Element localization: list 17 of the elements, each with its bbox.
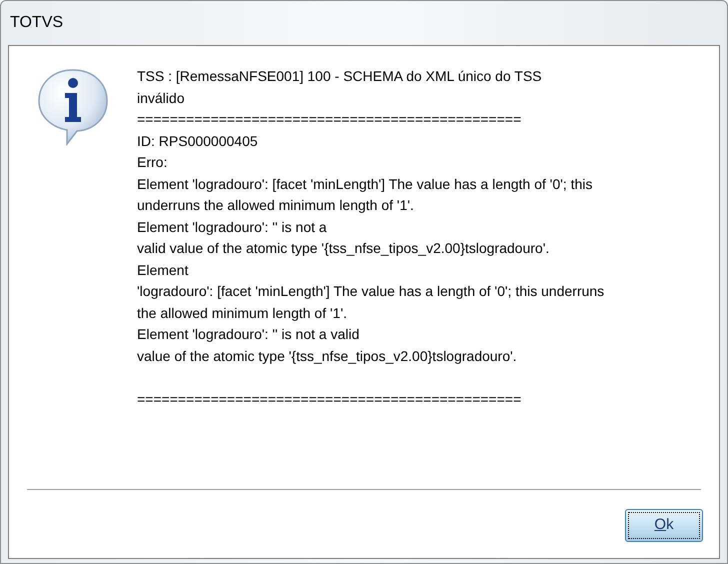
message-line: Element: [137, 260, 190, 280]
message-line: ===============================================: [137, 110, 522, 129]
message-line: the allowed minimum length of '1'.: [137, 304, 348, 323]
message-line: inválido: [137, 88, 186, 108]
message-line: underruns the allowed minimum length of '1'.: [137, 196, 415, 215]
ok-button[interactable]: Ok: [625, 509, 703, 542]
message-line: valid value of the atomic type '{tss_nfse_tipos_v2.00}tslogradouro'.: [137, 239, 550, 258]
message-line: Element 'logradouro': [facet 'minLength'] The value has a length of '0'; this: [137, 174, 594, 194]
message-line: Element 'logradouro': '' is not a: [137, 218, 328, 237]
message-line: Element 'logradouro': '' is not a valid: [137, 325, 360, 344]
message-line: ID: RPS000000405: [137, 132, 259, 150]
message-line: ===============================================: [137, 390, 522, 408]
message-line: 'logradouro': [facet 'minLength'] The value has a length of '0'; this underruns: [137, 282, 604, 301]
window-title: TOTVS: [10, 13, 64, 33]
message-line: value of the atomic type '{tss_nfse_tipos_v2.00}tslogradouro'.: [137, 346, 518, 366]
message-line: TSS : [RemessaNFSE001] 100 - SCHEMA do XML único do TSS: [137, 67, 543, 86]
message-line: Erro:: [137, 153, 168, 172]
